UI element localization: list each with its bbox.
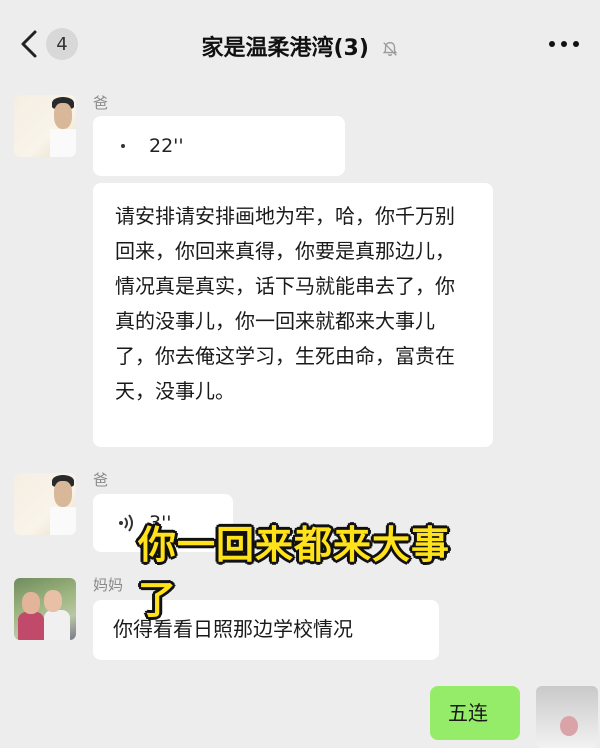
sender-name: 爸 — [93, 94, 109, 112]
message-text: 请安排请安排画地为牢，哈，你千万别回来，你回来真得，你要是真那边儿，情况真是真实… — [115, 204, 455, 403]
voice-wave-icon — [121, 144, 125, 148]
video-caption: 你一回来都来大事了 — [138, 523, 451, 622]
sender-name: 爸 — [93, 471, 109, 489]
text-message-bubble[interactable]: 请安排请安排画地为牢，哈，你千万别回来，你回来真得，你要是真那边儿，情况真是真实… — [93, 183, 493, 447]
avatar-dad[interactable] — [14, 473, 76, 535]
sender-name: 妈妈 — [93, 576, 124, 594]
voice-wave-icon — [119, 514, 133, 532]
message-text: 五连 — [448, 701, 488, 725]
outgoing-message-bubble[interactable]: 五连 — [430, 686, 520, 740]
more-options-button[interactable] — [546, 30, 582, 58]
bell-muted-icon — [382, 42, 397, 56]
avatar-me[interactable] — [536, 686, 598, 748]
more-dots-icon — [549, 41, 579, 47]
chat-header: 4 家是温柔港湾(3) — [0, 0, 600, 88]
chat-title-wrap: 家是温柔港湾(3) — [0, 30, 600, 62]
voice-message-bubble[interactable]: 22'' — [93, 116, 345, 176]
avatar-dad[interactable] — [14, 95, 76, 157]
chat-title: 家是温柔港湾(3) — [201, 36, 369, 61]
voice-duration: 22'' — [149, 135, 184, 157]
avatar-mom[interactable] — [14, 578, 76, 640]
